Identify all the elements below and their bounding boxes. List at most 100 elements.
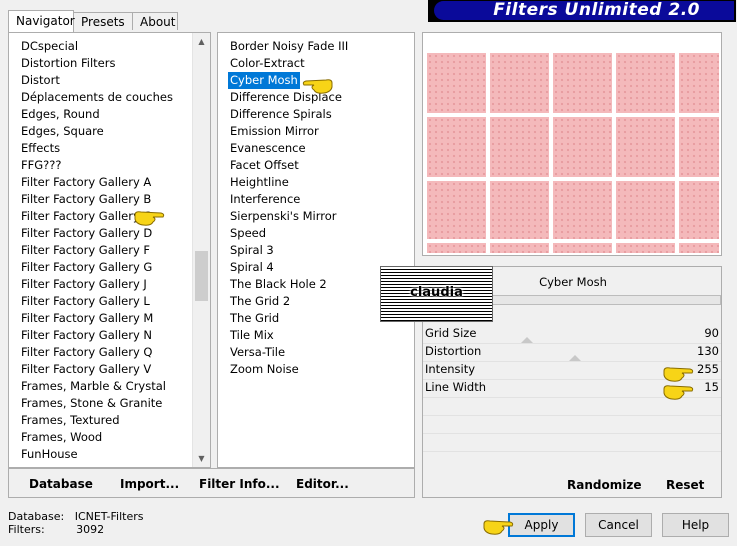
category-item[interactable]: Filter Factory Gallery G: [21, 259, 173, 276]
filter-item[interactable]: Heightline: [228, 174, 350, 191]
params-toolbar: Randomize Reset: [423, 467, 721, 497]
preview-tile: [427, 181, 486, 239]
preview-tile: [616, 181, 675, 239]
preview-tile: [679, 117, 719, 177]
scroll-thumb[interactable]: [195, 251, 208, 301]
database-status-value: ICNET-Filters: [74, 510, 144, 523]
param-label: Intensity: [425, 362, 476, 376]
cancel-button[interactable]: Cancel: [585, 513, 652, 537]
param-value: 15: [704, 380, 719, 394]
tab-navigator[interactable]: Navigator: [8, 10, 75, 32]
param-value: 255: [697, 362, 719, 376]
param-row-distortion[interactable]: Distortion 130: [423, 343, 721, 362]
preview-tile: [427, 117, 486, 177]
category-item[interactable]: Frames, Wood: [21, 429, 173, 446]
filter-item[interactable]: Spiral 3: [228, 242, 350, 259]
category-item[interactable]: FFG???: [21, 157, 173, 174]
reset-button[interactable]: Reset: [666, 478, 704, 492]
import-button[interactable]: Import...: [120, 477, 179, 491]
watermark-text: claudia: [410, 285, 463, 300]
filter-item[interactable]: Color-Extract: [228, 55, 350, 72]
category-list[interactable]: DCspecial Distortion Filters Distort Déplac…: [8, 32, 211, 468]
filter-item[interactable]: Emission Mirror: [228, 123, 350, 140]
preview-tile: [616, 117, 675, 177]
database-button[interactable]: Database: [29, 477, 93, 491]
filter-item-selected[interactable]: Cyber Mosh: [228, 72, 300, 89]
filter-item[interactable]: The Black Hole 2: [228, 276, 350, 293]
category-item[interactable]: DCspecial: [21, 38, 173, 55]
scroll-up-arrow-icon[interactable]: ▲: [193, 33, 210, 50]
category-item[interactable]: Frames, Stone & Granite: [21, 395, 173, 412]
tab-label: Presets: [81, 15, 125, 29]
filter-item[interactable]: Evanescence: [228, 140, 350, 157]
category-item[interactable]: Edges, Round: [21, 106, 173, 123]
category-item[interactable]: Effects: [21, 140, 173, 157]
preview-tile: [553, 181, 612, 239]
filter-item[interactable]: Difference Spirals: [228, 106, 350, 123]
filter-item[interactable]: Sierpenski's Mirror: [228, 208, 350, 225]
category-item[interactable]: Filter Factory Gallery J: [21, 276, 173, 293]
category-scrollbar[interactable]: ▲ ▼: [192, 33, 210, 467]
preview-tile: [553, 53, 612, 113]
category-item[interactable]: Filter Factory Gallery L: [21, 293, 173, 310]
filters-status-label: Filters:: [8, 523, 45, 536]
filter-item[interactable]: Tile Mix: [228, 327, 350, 344]
param-value: 130: [697, 344, 719, 358]
preview-tile: [553, 117, 612, 177]
param-row-grid-size[interactable]: Grid Size 90: [423, 325, 721, 344]
category-item[interactable]: Distortion Filters: [21, 55, 173, 72]
param-label: Line Width: [425, 380, 487, 394]
filter-item[interactable]: Versa-Tile: [228, 344, 350, 361]
category-item[interactable]: Filter Factory Gallery M: [21, 310, 173, 327]
navigator-toolbar: Database Import... Filter Info... Editor…: [8, 468, 415, 498]
filter-item[interactable]: Speed: [228, 225, 350, 242]
filter-item[interactable]: Interference: [228, 191, 350, 208]
category-item[interactable]: Frames, Textured: [21, 412, 173, 429]
category-item[interactable]: Filter Factory Gallery F: [21, 242, 173, 259]
category-item[interactable]: FunHouse: [21, 446, 173, 463]
category-item[interactable]: Filter Factory Gallery Q: [21, 344, 173, 361]
randomize-button[interactable]: Randomize: [567, 478, 641, 492]
filter-item[interactable]: Border Noisy Fade III: [228, 38, 350, 55]
preview-pane: [422, 32, 722, 256]
preview-tile: [427, 53, 486, 113]
tab-label: Navigator: [16, 14, 75, 28]
pointing-hand-icon: [663, 385, 694, 400]
category-item[interactable]: Distort: [21, 72, 173, 89]
preview-tile: [490, 243, 549, 253]
pointing-hand-icon: [302, 79, 333, 94]
param-label: Distortion: [425, 344, 482, 358]
category-item[interactable]: Filter Factory Gallery D: [21, 225, 173, 242]
editor-button[interactable]: Editor...: [296, 477, 349, 491]
pointing-hand-icon: [134, 211, 165, 226]
filter-item[interactable]: Zoom Noise: [228, 361, 350, 378]
preview-tile: [616, 243, 675, 253]
tab-label: About: [140, 15, 176, 29]
category-item[interactable]: Frames, Marble & Crystal: [21, 378, 173, 395]
filter-info-button[interactable]: Filter Info...: [199, 477, 280, 491]
tab-about[interactable]: About: [132, 12, 178, 30]
help-button[interactable]: Help: [662, 513, 729, 537]
filter-list[interactable]: Border Noisy Fade III Color-Extract Cyber …: [217, 32, 415, 468]
preview-tile: [616, 53, 675, 113]
category-item[interactable]: Filter Factory Gallery N: [21, 327, 173, 344]
category-item[interactable]: Filter Factory Gallery V: [21, 361, 173, 378]
param-row-empty: [423, 433, 721, 452]
category-item[interactable]: Déplacements de couches: [21, 89, 173, 106]
scroll-down-arrow-icon[interactable]: ▼: [193, 450, 210, 467]
category-item[interactable]: Edges, Square: [21, 123, 173, 140]
apply-button[interactable]: Apply: [508, 513, 575, 537]
filter-item[interactable]: Facet Offset: [228, 157, 350, 174]
category-item[interactable]: Filter Factory Gallery B: [21, 191, 173, 208]
preview-tile: [679, 53, 719, 113]
filter-item[interactable]: Spiral 4: [228, 259, 350, 276]
filter-item[interactable]: The Grid: [228, 310, 350, 327]
tab-presets[interactable]: Presets: [73, 12, 133, 30]
category-item[interactable]: Filter Factory Gallery A: [21, 174, 173, 191]
preview-tile: [553, 243, 612, 253]
filter-item[interactable]: The Grid 2: [228, 293, 350, 310]
pointing-hand-icon: [483, 520, 514, 535]
preview-tile: [427, 243, 486, 253]
preview-tile: [679, 181, 719, 239]
filters-count-value: 3092: [76, 523, 105, 536]
